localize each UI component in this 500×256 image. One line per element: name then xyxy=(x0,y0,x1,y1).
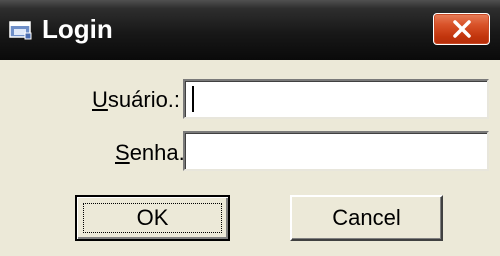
ok-button-label: OK xyxy=(136,205,169,230)
title-bar[interactable]: Login xyxy=(0,0,500,60)
usuario-label: Usuário.: xyxy=(92,87,180,113)
senha-label-text: enha.: xyxy=(129,140,191,165)
usuario-label-mnemonic: U xyxy=(92,87,108,112)
cancel-button[interactable]: Cancel xyxy=(290,195,443,241)
app-window-icon xyxy=(9,20,33,40)
senha-label-mnemonic: S xyxy=(115,140,130,165)
usuario-input[interactable] xyxy=(183,79,489,119)
cancel-button-label: Cancel xyxy=(332,205,401,230)
close-button[interactable] xyxy=(433,13,490,45)
senha-label: Senha.: xyxy=(115,140,191,166)
close-x-icon xyxy=(453,20,471,38)
window-title: Login xyxy=(42,14,113,44)
login-dialog: Login Usuário.: Senha.: OK Cancel xyxy=(0,0,500,256)
text-caret xyxy=(192,86,194,112)
usuario-label-text: suário.: xyxy=(107,87,181,112)
ok-button[interactable]: OK xyxy=(75,195,230,241)
senha-input[interactable] xyxy=(183,131,489,171)
